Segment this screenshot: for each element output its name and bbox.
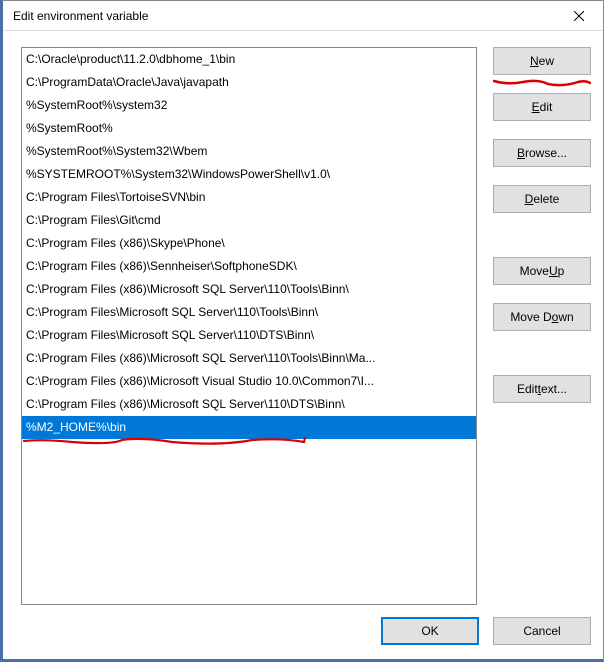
edit-env-dialog: Edit environment variable C:\Oracle\prod… [0,0,604,662]
delete-button[interactable]: Delete [493,185,591,213]
move-up-button[interactable]: Move Up [493,257,591,285]
dialog-title: Edit environment variable [13,9,148,23]
list-item[interactable]: C:\Program Files (x86)\Microsoft SQL Ser… [22,347,476,370]
titlebar: Edit environment variable [3,1,603,31]
list-item-selected[interactable]: %M2_HOME%\bin [22,416,476,439]
new-button[interactable]: New [493,47,591,75]
close-icon [574,11,584,21]
list-item[interactable]: C:\Program Files (x86)\Microsoft Visual … [22,370,476,393]
edit-text-button[interactable]: Edit text... [493,375,591,403]
browse-button[interactable]: Browse... [493,139,591,167]
list-item[interactable]: %SystemRoot%\System32\Wbem [22,140,476,163]
cancel-button[interactable]: Cancel [493,617,591,645]
list-item[interactable]: C:\Program Files\Microsoft SQL Server\11… [22,324,476,347]
dialog-body: C:\Oracle\product\11.2.0\dbhome_1\bin C:… [3,31,603,617]
list-wrap: C:\Oracle\product\11.2.0\dbhome_1\bin C:… [21,47,477,609]
list-item[interactable]: %SYSTEMROOT%\System32\WindowsPowerShell\… [22,163,476,186]
move-down-button[interactable]: Move Down [493,303,591,331]
path-list[interactable]: C:\Oracle\product\11.2.0\dbhome_1\bin C:… [21,47,477,605]
side-buttons: New Edit Browse... Delete Move Up Move D… [493,47,591,609]
list-item[interactable]: C:\Program Files (x86)\Microsoft SQL Ser… [22,278,476,301]
edit-button[interactable]: Edit [493,93,591,121]
close-button[interactable] [559,3,599,29]
list-item[interactable]: %SystemRoot% [22,117,476,140]
list-item[interactable]: %SystemRoot%\system32 [22,94,476,117]
list-item[interactable]: C:\Program Files\Git\cmd [22,209,476,232]
list-item[interactable]: C:\Program Files (x86)\Sennheiser\Softph… [22,255,476,278]
ok-button[interactable]: OK [381,617,479,645]
dialog-footer: OK Cancel [3,617,603,659]
list-item[interactable]: C:\Program Files (x86)\Skype\Phone\ [22,232,476,255]
list-item[interactable]: C:\Oracle\product\11.2.0\dbhome_1\bin [22,48,476,71]
list-item[interactable]: C:\Program Files\Microsoft SQL Server\11… [22,301,476,324]
list-item[interactable]: C:\Program Files (x86)\Microsoft SQL Ser… [22,393,476,416]
list-item[interactable]: C:\Program Files\TortoiseSVN\bin [22,186,476,209]
list-item[interactable]: C:\ProgramData\Oracle\Java\javapath [22,71,476,94]
